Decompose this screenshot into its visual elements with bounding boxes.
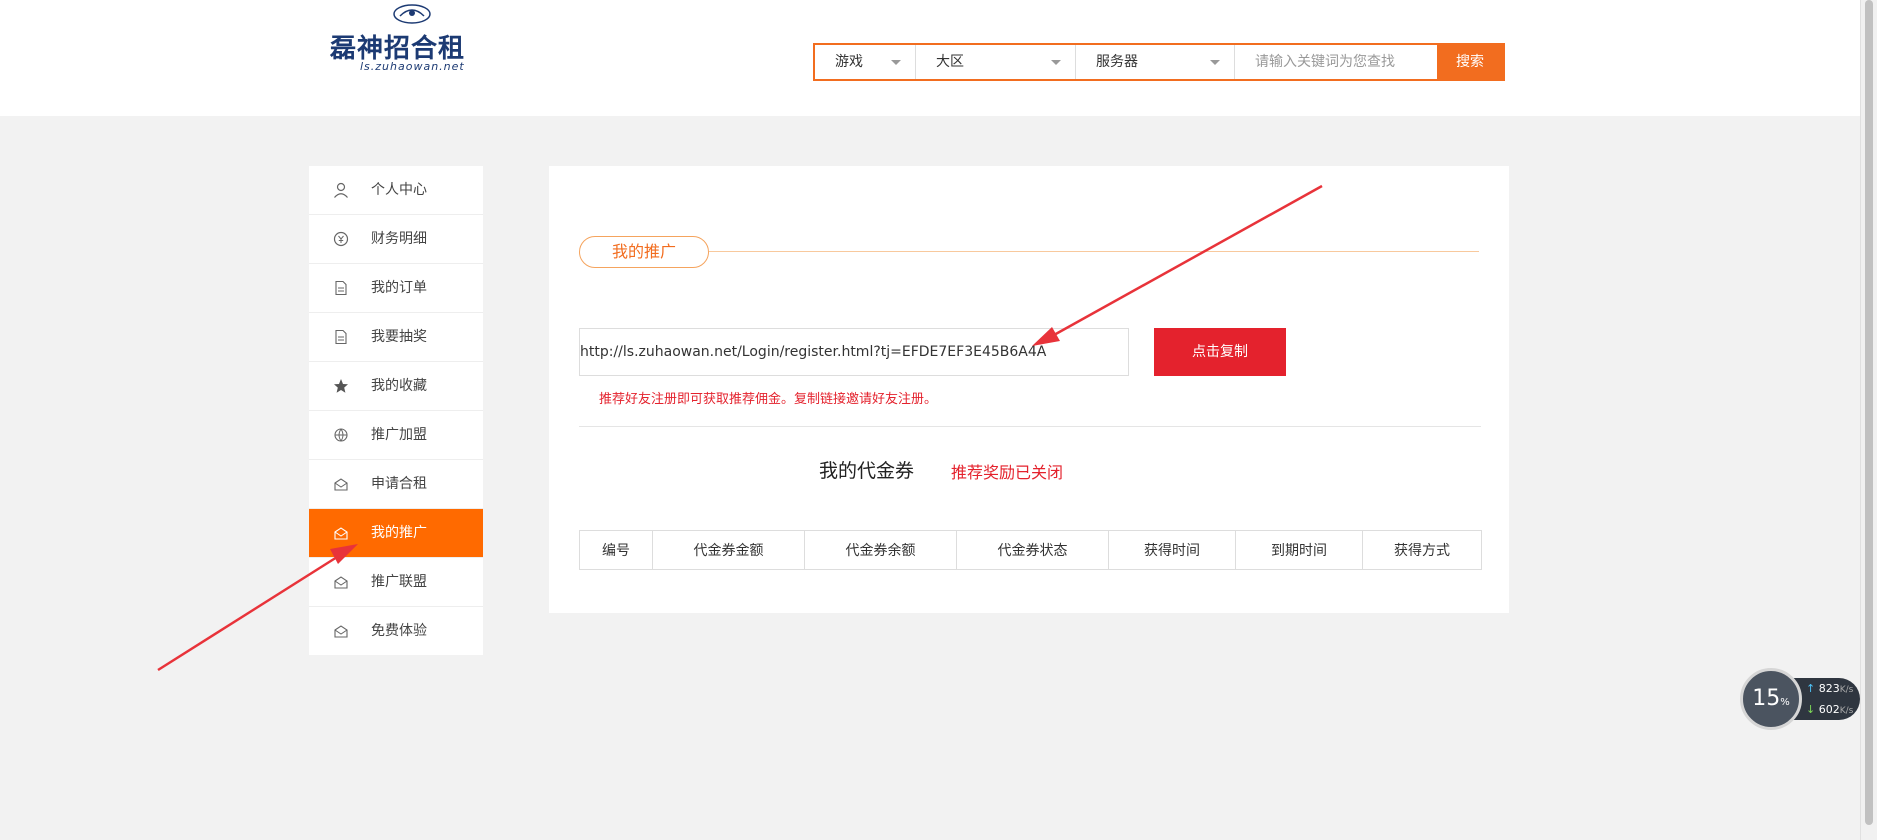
header: 磊神招合租 ls.zuhaowan.net 游戏 大区 服务器 搜索	[0, 0, 1860, 116]
site-logo[interactable]: 磊神招合租 ls.zuhaowan.net	[330, 2, 505, 74]
sidebar-item-label: 申请合租	[371, 476, 427, 492]
money-icon	[333, 231, 349, 247]
sidebar-item-personal-center[interactable]: 个人中心	[309, 166, 483, 215]
referral-tip: 推荐好友注册即可获取推荐佣金。复制链接邀请好友注册。	[599, 392, 938, 407]
sidebar-item-label: 我的收藏	[371, 378, 427, 394]
sidebar-item-label: 个人中心	[371, 182, 427, 198]
sidebar-item-label: 推广加盟	[371, 427, 427, 443]
cpu-usage-gauge: 15%	[1740, 668, 1802, 730]
envelope-icon	[334, 527, 348, 540]
column-header-id: 编号	[579, 530, 653, 570]
sidebar-item-label: 财务明细	[371, 231, 427, 247]
sidebar-item-orders[interactable]: 我的订单	[309, 264, 483, 313]
document-icon	[335, 280, 347, 296]
chevron-down-icon	[891, 60, 901, 65]
game-select-label: 游戏	[835, 54, 863, 70]
document-icon	[335, 329, 347, 345]
sidebar-item-promotion-alliance[interactable]: 推广联盟	[309, 558, 483, 607]
arrow-up-icon: ↑	[1806, 682, 1816, 695]
download-speed-value: 602	[1818, 703, 1840, 716]
sidebar-item-apply-share[interactable]: 申请合租	[309, 460, 483, 509]
sidebar-item-finance[interactable]: 财务明细	[309, 215, 483, 264]
upload-speed: ↑ 823K/s	[1806, 682, 1853, 695]
search-button[interactable]: 搜索	[1437, 45, 1503, 79]
envelope-icon	[334, 576, 348, 589]
column-header-balance: 代金券余额	[804, 530, 957, 570]
sidebar-item-label: 我的订单	[371, 280, 427, 296]
sidebar-item-free-trial[interactable]: 免费体验	[309, 607, 483, 655]
section-title-divider	[709, 251, 1479, 252]
chevron-down-icon	[1210, 60, 1220, 65]
server-select[interactable]: 服务器	[1076, 45, 1235, 79]
logo-badge-icon	[393, 4, 431, 24]
sidebar-item-label: 我的推广	[371, 525, 427, 541]
download-speed-unit: K/s	[1839, 706, 1854, 716]
column-header-status: 代金券状态	[956, 530, 1109, 570]
cpu-usage-value: 15	[1752, 686, 1781, 711]
globe-icon	[334, 428, 348, 442]
sidebar-item-join-promotion[interactable]: 推广加盟	[309, 411, 483, 460]
section-divider	[579, 426, 1481, 427]
cpu-usage-unit: %	[1780, 697, 1790, 708]
sidebar-item-label: 免费体验	[371, 623, 427, 639]
server-select-label: 服务器	[1096, 54, 1138, 70]
sidebar-menu: 个人中心 财务明细 我的订单 我要抽奖 我的收藏 推广加盟 申请合租 我的推广 …	[309, 166, 483, 655]
scrollbar-thumb[interactable]	[1865, 0, 1873, 825]
chevron-down-icon	[1051, 60, 1061, 65]
vertical-scrollbar[interactable]	[1860, 0, 1877, 840]
coupon-title: 我的代金券	[819, 460, 915, 482]
copy-link-button[interactable]: 点击复制	[1154, 328, 1286, 376]
region-select[interactable]: 大区	[916, 45, 1076, 79]
download-speed: ↓ 602K/s	[1806, 703, 1853, 716]
sidebar-item-lottery[interactable]: 我要抽奖	[309, 313, 483, 362]
column-header-obtained-time: 获得时间	[1108, 530, 1236, 570]
upload-speed-unit: K/s	[1839, 685, 1854, 695]
coupon-status: 推荐奖励已关闭	[951, 463, 1064, 482]
sidebar-item-label: 推广联盟	[371, 574, 427, 590]
logo-domain: ls.zuhaowan.net	[360, 60, 465, 73]
game-select[interactable]: 游戏	[815, 45, 916, 79]
sidebar-item-label: 我要抽奖	[371, 329, 427, 345]
section-title: 我的推广	[579, 236, 709, 268]
referral-link-field[interactable]	[579, 328, 1129, 376]
sidebar-item-favorites[interactable]: 我的收藏	[309, 362, 483, 411]
column-header-obtain-method: 获得方式	[1362, 530, 1482, 570]
column-header-expiry-time: 到期时间	[1235, 530, 1363, 570]
arrow-down-icon: ↓	[1806, 703, 1816, 716]
search-input[interactable]	[1235, 45, 1437, 79]
network-speed-widget[interactable]: 15% ↑ 823K/s ↓ 602K/s	[1740, 668, 1860, 730]
coupon-table: 编号 代金券金额 代金券余额 代金券状态 获得时间 到期时间 获得方式	[579, 530, 1482, 570]
star-icon	[334, 379, 348, 393]
search-bar: 游戏 大区 服务器 搜索	[813, 43, 1505, 81]
envelope-icon	[334, 478, 348, 491]
envelope-icon	[334, 625, 348, 638]
user-icon	[334, 182, 348, 198]
table-header-row: 编号 代金券金额 代金券余额 代金券状态 获得时间 到期时间 获得方式	[579, 530, 1482, 570]
region-select-label: 大区	[936, 54, 964, 70]
promotion-panel: 我的推广 点击复制 推荐好友注册即可获取推荐佣金。复制链接邀请好友注册。 我的代…	[549, 166, 1509, 613]
column-header-amount: 代金券金额	[652, 530, 805, 570]
upload-speed-value: 823	[1818, 682, 1840, 695]
sidebar-item-my-promotion[interactable]: 我的推广	[309, 509, 483, 558]
